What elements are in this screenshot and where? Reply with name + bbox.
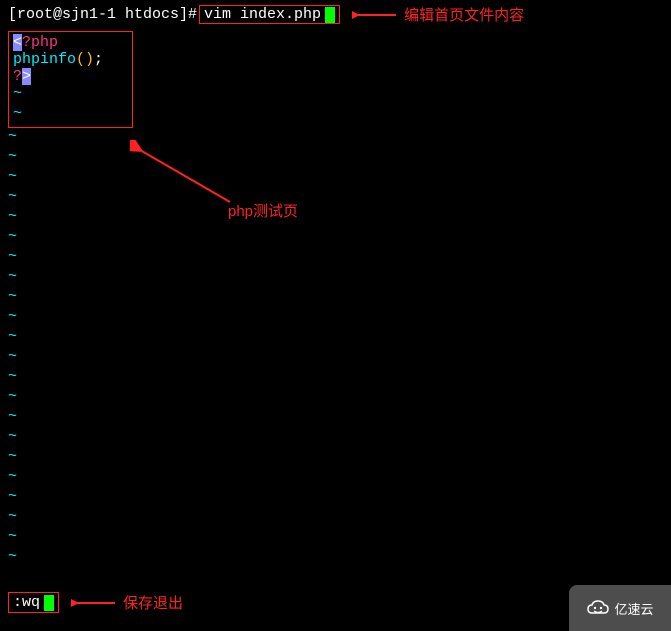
shell-prompt: [root@sjn1-1 htdocs]# (8, 6, 197, 23)
arrow-left-icon (352, 7, 398, 23)
code-line-2: phpinfo(); (13, 51, 128, 68)
vim-command-line[interactable]: :wq 保存退出 (8, 592, 183, 613)
vim-tilde-line: ~ (0, 348, 671, 368)
arrow-left-icon (71, 595, 117, 611)
vim-tilde-line: ~ (0, 388, 671, 408)
wq-colon: : (13, 594, 22, 611)
php-keyword: php (31, 34, 58, 51)
vim-tilde-line: ~ (0, 228, 671, 248)
php-close-question: ? (13, 68, 22, 85)
vim-tilde-line: ~ (0, 148, 671, 168)
vim-tilde-line: ~ (0, 488, 671, 508)
vim-tilde-line: ~ (0, 368, 671, 388)
vim-tilde-line: ~ (0, 448, 671, 468)
paren-open: ( (76, 51, 85, 68)
vim-tilde-line: ~ (13, 85, 128, 105)
vim-tilde-line: ~ (0, 408, 671, 428)
vim-tilde-line: ~ (0, 468, 671, 488)
vim-tilde-line: ~ (0, 428, 671, 448)
wq-command: wq (22, 594, 40, 611)
semicolon: ; (94, 51, 103, 68)
cursor-icon (44, 595, 54, 611)
vim-tilde-line: ~ (0, 308, 671, 328)
vim-empty-lines: ~ ~ ~ ~ ~ ~ ~ ~ ~ ~ ~ ~ ~ ~ ~ ~ ~ ~ ~ ~ … (0, 128, 671, 568)
vim-tilde-line: ~ (0, 508, 671, 528)
vim-tilde-line: ~ (0, 168, 671, 188)
vim-editor-area[interactable]: <?php phpinfo(); ?> ~ ~ (0, 31, 671, 128)
watermark: 亿速云 (569, 585, 671, 631)
vim-tilde-line: ~ (13, 105, 128, 125)
vim-tilde-line: ~ (0, 128, 671, 148)
shell-prompt-line: [root@sjn1-1 htdocs]# vim index.php 编辑首页… (0, 0, 671, 31)
code-line-3: ?> (13, 68, 128, 85)
php-open-bracket: < (13, 34, 22, 51)
paren-close: ) (85, 51, 94, 68)
command-highlight-box: vim index.php (199, 5, 340, 24)
vim-tilde-line: ~ (0, 548, 671, 568)
vim-tilde-line: ~ (0, 188, 671, 208)
cursor-icon (325, 7, 335, 23)
vim-tilde-line: ~ (0, 288, 671, 308)
vim-tilde-line: ~ (0, 268, 671, 288)
watermark-text: 亿速云 (614, 599, 653, 618)
php-close-bracket: > (22, 68, 31, 85)
wq-highlight-box: :wq (8, 592, 59, 613)
php-function-name: phpinfo (13, 51, 76, 68)
php-open-question: ? (22, 34, 31, 51)
php-code-highlight-box: <?php phpinfo(); ?> ~ ~ (8, 31, 133, 128)
annotation-edit-file: 编辑首页文件内容 (404, 4, 524, 25)
vim-tilde-line: ~ (0, 328, 671, 348)
command-text: vim index.php (204, 6, 321, 23)
vim-tilde-line: ~ (0, 248, 671, 268)
vim-tilde-line: ~ (0, 528, 671, 548)
annotation-test-page: php测试页 (228, 200, 298, 221)
code-line-1: <?php (13, 34, 128, 51)
vim-tilde-line: ~ (0, 208, 671, 228)
annotation-save-exit: 保存退出 (123, 592, 183, 613)
cloud-icon (586, 599, 610, 617)
